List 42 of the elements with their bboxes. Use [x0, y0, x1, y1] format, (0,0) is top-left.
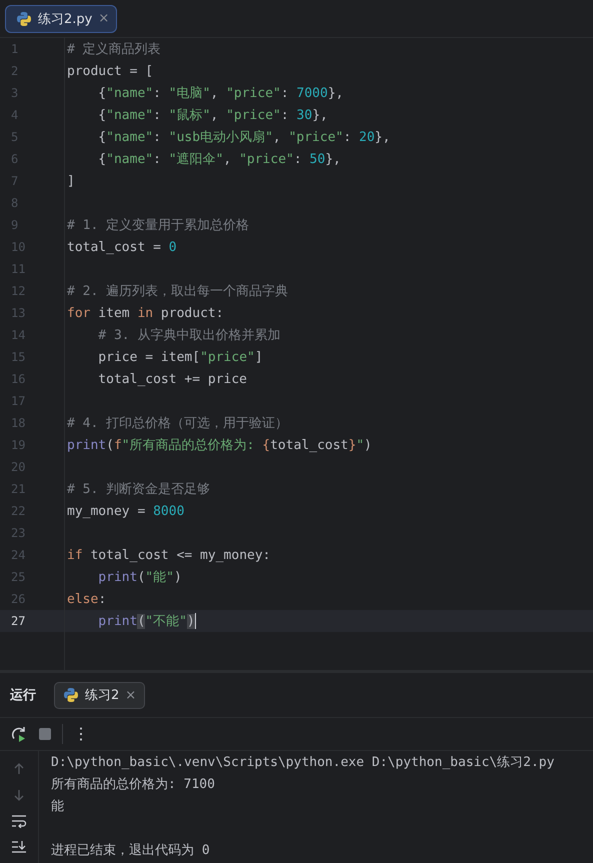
scroll-to-end-icon[interactable] [11, 840, 27, 854]
rerun-icon[interactable] [10, 725, 28, 744]
code-line: price = item["price"] [97, 350, 263, 364]
text-cursor [194, 613, 196, 630]
code-line: ] [66, 174, 75, 188]
panel-title: 运行 [10, 687, 36, 704]
file-tab[interactable]: 练习2.py × [5, 4, 118, 32]
line-number: 27 [10, 614, 26, 628]
tab-label: 练习2 [85, 687, 120, 704]
code-line: my_money = 8000 [66, 504, 184, 518]
tab-label: 练习2.py [38, 10, 92, 28]
code-line: if total_cost <= my_money: [66, 548, 270, 562]
soft-wrap-icon[interactable] [11, 814, 27, 828]
code-line: for item in product: [66, 306, 224, 320]
code-line: total_cost += price [97, 372, 248, 386]
stop-icon[interactable] [38, 727, 52, 742]
code-line: total_cost = 0 [66, 240, 177, 254]
code-line: {"name": "usb电动小风扇", "price": 20}, [97, 129, 390, 146]
code-line: # 3. 从字典中取出价格并累加 [97, 327, 280, 344]
close-icon[interactable]: × [125, 688, 136, 703]
more-button[interactable]: ⋮ [73, 726, 89, 742]
code-line: {"name": "遮阳伞", "price": 50}, [97, 151, 341, 168]
code-line: else: [66, 592, 106, 606]
code-line: # 5. 判断资金是否足够 [66, 481, 210, 498]
console-output-line: 能 [51, 798, 65, 816]
code-line: # 定义商品列表 [66, 41, 161, 58]
code-line: # 4. 打印总价格（可选，用于验证） [66, 415, 288, 432]
code-line: print(f"所有商品的总价格为: {total_cost}") [66, 437, 372, 454]
code-line: product = [ [66, 64, 154, 78]
code-line: print("不能") [97, 612, 196, 630]
run-tab[interactable]: 练习2 × [54, 682, 146, 709]
code-line: print("能") [97, 569, 182, 586]
code-line: # 2. 遍历列表，取出每一个商品字典 [66, 283, 288, 300]
python-icon [16, 10, 32, 26]
code-line: # 1. 定义变量用于累加总价格 [66, 217, 250, 234]
console-output-line: 所有商品的总价格为: 7100 [51, 776, 216, 794]
console-output-line: D:\python_basic\.venv\Scripts\python.exe D:\python_basic\练习2.py [51, 754, 554, 772]
python-icon [63, 687, 79, 704]
code-line: {"name": "鼠标", "price": 30}, [97, 107, 328, 124]
close-icon[interactable]: × [98, 11, 110, 26]
code-line: {"name": "电脑", "price": 7000}, [97, 85, 344, 102]
console-output-line: 进程已结束，退出代码为 0 [51, 842, 211, 860]
